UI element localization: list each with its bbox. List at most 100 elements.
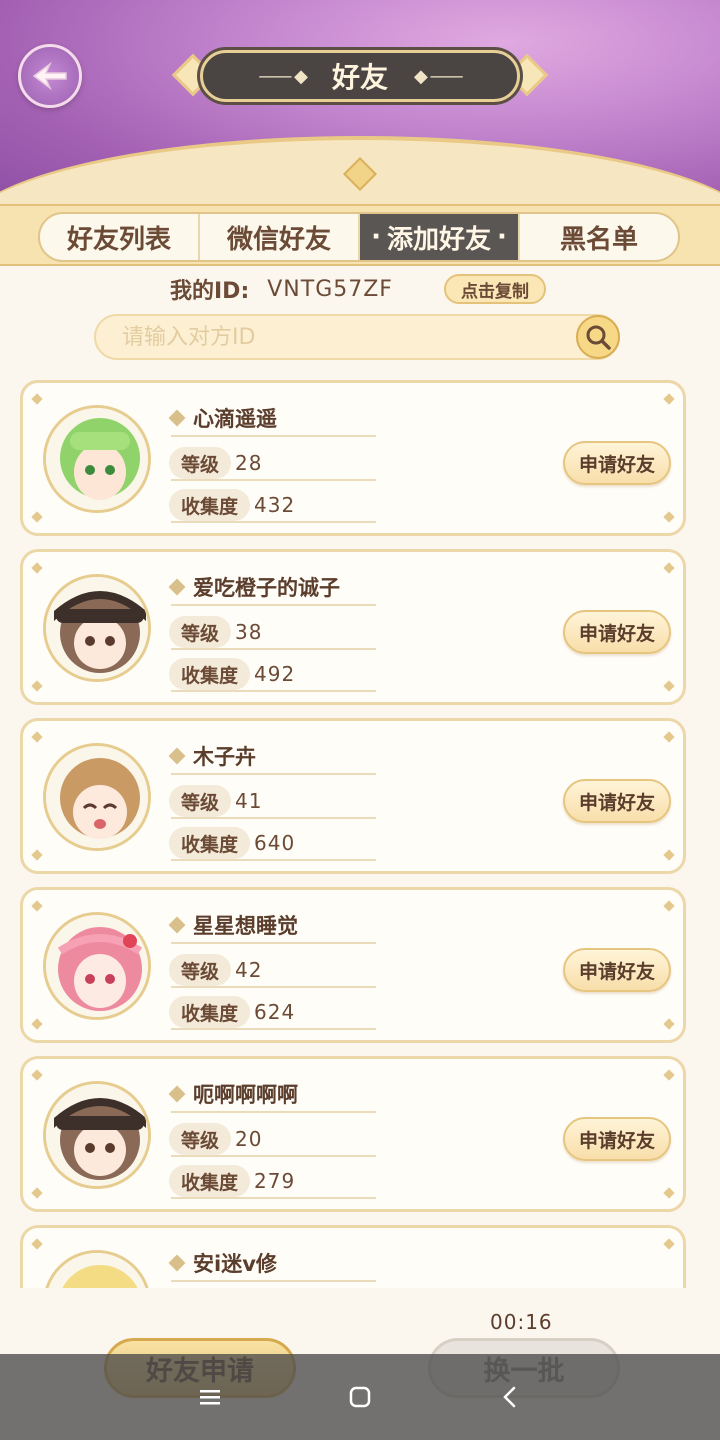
user-name: 安i迷v修 xyxy=(193,1252,277,1276)
tab-wechat-friends[interactable]: 微信好友 xyxy=(200,214,360,260)
apply-friend-button[interactable]: 申请好友 xyxy=(563,610,671,654)
divider xyxy=(171,1155,376,1157)
divider xyxy=(171,1028,376,1030)
apply-friend-button[interactable]: 申请好友 xyxy=(563,1117,671,1161)
level-label: 等级 xyxy=(169,1123,232,1155)
title-plate: —— ◆ 好友 ◆ —— xyxy=(200,50,520,102)
divider xyxy=(171,1111,376,1113)
card-corner xyxy=(663,562,675,574)
user-name: 呃啊啊啊啊 xyxy=(193,1083,298,1107)
collection-value: 432 xyxy=(254,493,296,517)
collection-label: 收集度 xyxy=(169,489,251,521)
page-title: 好友 xyxy=(331,61,388,94)
level-value: 42 xyxy=(235,958,263,982)
user-card: 爱吃橙子的诚子 等级 38 收集度 492 申请好友 xyxy=(20,549,686,705)
card-corner xyxy=(31,1187,43,1199)
divider xyxy=(171,479,376,481)
user-name: 心滴遥遥 xyxy=(193,407,277,431)
user-name-row: 呃啊啊啊啊 xyxy=(168,1079,298,1109)
collection-value: 640 xyxy=(254,831,296,855)
card-corner xyxy=(31,731,43,743)
divider xyxy=(171,986,376,988)
nav-recents-button[interactable] xyxy=(135,1354,285,1440)
diamond-icon xyxy=(168,916,186,934)
tab-group: 好友列表 微信好友 添加好友 黑名单 xyxy=(38,212,680,262)
level-value: 28 xyxy=(235,451,263,475)
refresh-timer: 00:16 xyxy=(490,1310,553,1334)
card-corner xyxy=(31,680,43,692)
search-input[interactable] xyxy=(96,316,576,358)
collection-label: 收集度 xyxy=(169,1165,251,1197)
card-corner xyxy=(31,1069,43,1081)
level-stat: 等级 38 xyxy=(169,616,262,648)
avatar[interactable] xyxy=(43,405,151,513)
title-deco-left: —— ◆ xyxy=(258,65,308,87)
apply-friend-button[interactable]: 申请好友 xyxy=(563,441,671,485)
recommended-user-list[interactable]: 心滴遥遥 等级 28 收集度 432 申请好友 爱吃橙子的诚子 等级 38 收集… xyxy=(20,380,688,1288)
search-bar xyxy=(94,314,620,360)
apply-friend-button[interactable]: 申请好友 xyxy=(563,948,671,992)
divider xyxy=(171,604,376,606)
level-label: 等级 xyxy=(169,616,232,648)
back-button[interactable] xyxy=(18,44,82,108)
collection-stat: 收集度 640 xyxy=(169,827,295,859)
card-corner xyxy=(663,731,675,743)
level-label: 等级 xyxy=(169,447,232,479)
card-corner xyxy=(663,393,675,405)
level-label: 等级 xyxy=(169,785,232,817)
level-value: 41 xyxy=(235,789,263,813)
card-corner xyxy=(31,849,43,861)
nav-back-button[interactable] xyxy=(435,1354,585,1440)
card-corner xyxy=(663,1187,675,1199)
nav-home-button[interactable] xyxy=(285,1354,435,1440)
search-button[interactable] xyxy=(576,315,620,359)
user-name: 木子卉 xyxy=(193,745,256,769)
my-id-label: 我的ID: xyxy=(170,279,250,304)
diamond-icon xyxy=(168,1085,186,1103)
level-value: 38 xyxy=(235,620,263,644)
divider xyxy=(171,435,376,437)
level-stat: 等级 41 xyxy=(169,785,262,817)
card-corner xyxy=(663,1238,675,1250)
diamond-icon xyxy=(168,1254,186,1272)
avatar-portrait-icon xyxy=(46,408,148,510)
divider xyxy=(171,942,376,944)
divider xyxy=(171,1280,376,1282)
card-corner xyxy=(663,680,675,692)
user-card: 心滴遥遥 等级 28 收集度 432 申请好友 xyxy=(20,380,686,536)
tab-blacklist[interactable]: 黑名单 xyxy=(520,214,678,260)
user-name-row: 星星想睡觉 xyxy=(168,910,298,940)
card-corner xyxy=(663,511,675,523)
collection-stat: 收集度 624 xyxy=(169,996,295,1028)
user-name-row: 安i迷v修 xyxy=(168,1248,277,1278)
avatar[interactable] xyxy=(43,743,151,851)
user-name: 爱吃橙子的诚子 xyxy=(193,576,340,600)
avatar[interactable] xyxy=(43,574,151,682)
user-card: 木子卉 等级 41 收集度 640 申请好友 xyxy=(20,718,686,874)
collection-stat: 收集度 279 xyxy=(169,1165,295,1197)
tab-add-friend[interactable]: 添加好友 xyxy=(360,214,520,260)
apply-friend-button[interactable]: 申请好友 xyxy=(563,779,671,823)
tab-friend-list[interactable]: 好友列表 xyxy=(40,214,200,260)
collection-label: 收集度 xyxy=(169,827,251,859)
avatar[interactable] xyxy=(43,1250,151,1288)
copy-id-button[interactable]: 点击复制 xyxy=(444,274,546,304)
back-arrow-icon xyxy=(32,62,67,90)
card-corner xyxy=(31,900,43,912)
divider xyxy=(171,521,376,523)
level-stat: 等级 28 xyxy=(169,447,262,479)
diamond-icon xyxy=(168,747,186,765)
user-name-row: 木子卉 xyxy=(168,741,256,771)
user-name-row: 心滴遥遥 xyxy=(168,403,277,433)
avatar[interactable] xyxy=(43,1081,151,1189)
collection-stat: 收集度 432 xyxy=(169,489,295,521)
user-card: 安i迷v修 xyxy=(20,1225,686,1288)
avatar[interactable] xyxy=(43,912,151,1020)
level-value: 20 xyxy=(235,1127,263,1151)
avatar-portrait-icon xyxy=(46,915,148,1017)
menu-icon xyxy=(200,1390,220,1405)
home-square-icon xyxy=(349,1386,371,1408)
divider xyxy=(171,817,376,819)
user-name: 星星想睡觉 xyxy=(193,914,298,938)
user-name-row: 爱吃橙子的诚子 xyxy=(168,572,340,602)
